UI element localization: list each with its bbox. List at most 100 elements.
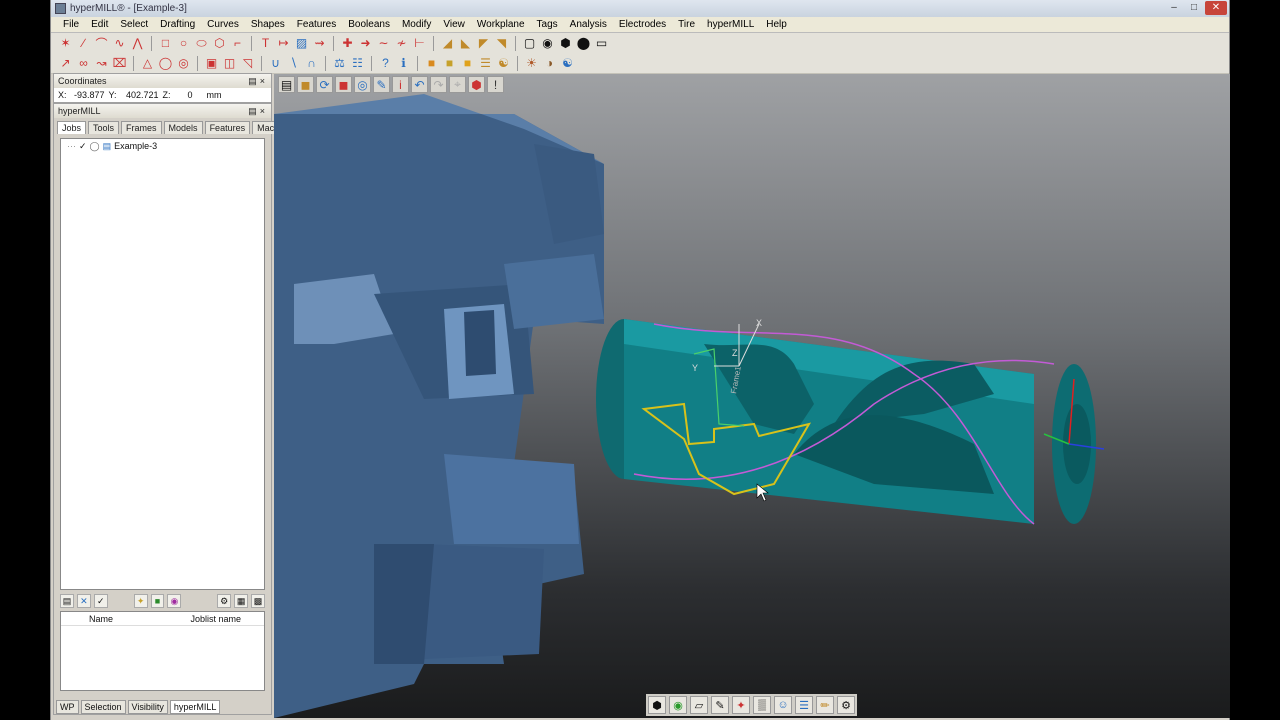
color-amber-icon[interactable]: ■: [459, 55, 476, 72]
render-icon[interactable]: ☀: [523, 55, 540, 72]
solid-box-icon[interactable]: ▢: [521, 35, 538, 52]
new-doc-icon[interactable]: ▤: [278, 76, 295, 93]
layer-icon[interactable]: ☰: [477, 55, 494, 72]
shade-icon[interactable]: ◑: [541, 55, 558, 72]
open-folder-icon[interactable]: ◼: [297, 76, 314, 93]
break-icon[interactable]: ∼: [375, 35, 392, 52]
fillet-icon[interactable]: ⌐: [229, 35, 246, 52]
star-icon[interactable]: ✦: [133, 594, 148, 608]
shade-solid-icon[interactable]: ◼: [335, 76, 352, 93]
save-icon[interactable]: ▦: [234, 594, 249, 608]
polygon-icon[interactable]: ⬡: [211, 35, 228, 52]
grid-snap-icon[interactable]: ▒: [753, 696, 771, 714]
extend-icon[interactable]: ➜: [357, 35, 374, 52]
edit-icon[interactable]: ✎: [373, 76, 390, 93]
import-icon[interactable]: ■: [150, 594, 165, 608]
tab-hypermill[interactable]: hyperMILL: [169, 700, 221, 714]
wireframe-icon[interactable]: ▱: [690, 696, 708, 714]
curve-mod-icon[interactable]: ↝: [93, 55, 110, 72]
extrude-icon[interactable]: ↗: [57, 55, 74, 72]
menu-help[interactable]: Help: [760, 19, 793, 30]
menu-workplane[interactable]: Workplane: [471, 19, 531, 30]
check-icon[interactable]: ✓: [79, 141, 87, 152]
blend-icon[interactable]: ⌧: [111, 55, 128, 72]
text-icon[interactable]: T: [257, 35, 274, 52]
menu-file[interactable]: File: [57, 19, 85, 30]
sweep-icon[interactable]: ◤: [475, 35, 492, 52]
menu-drafting[interactable]: Drafting: [154, 19, 201, 30]
measure-icon[interactable]: ⚖: [331, 55, 348, 72]
ellipse-icon[interactable]: ⬭: [193, 35, 210, 52]
tab-tools[interactable]: Tools: [88, 121, 120, 134]
info-edit-icon[interactable]: i: [392, 76, 409, 93]
group-icon[interactable]: ☯: [495, 55, 512, 72]
check-all-icon[interactable]: ✓: [93, 594, 108, 608]
close-icon[interactable]: ✕: [1205, 1, 1227, 15]
3d-viewport[interactable]: Y Z X Frame1 ▤ ◼ ⟳ ◼ ◎ ✎ i ↶ ↷ ⌖ ⬢ ! ⬢ ◉…: [274, 74, 1230, 718]
spline-icon[interactable]: ∿: [111, 35, 128, 52]
tab-features[interactable]: Features: [204, 121, 251, 134]
analysis-icon[interactable]: ☷: [349, 55, 366, 72]
info-icon[interactable]: ℹ: [395, 55, 412, 72]
col-name[interactable]: Name: [61, 612, 163, 625]
globe-icon[interactable]: ☯: [559, 55, 576, 72]
tab-frames[interactable]: Frames: [121, 121, 162, 134]
panel-pin-close-icon[interactable]: ▤×: [248, 74, 268, 88]
menu-features[interactable]: Features: [291, 19, 342, 30]
chamfer-icon[interactable]: ◫: [221, 55, 238, 72]
project-icon[interactable]: ⊢: [411, 35, 428, 52]
menu-electrodes[interactable]: Electrodes: [613, 19, 672, 30]
redo-icon[interactable]: ↷: [430, 76, 447, 93]
settings-view-icon[interactable]: ⚙: [837, 696, 855, 714]
tab-visibility[interactable]: Visibility: [127, 700, 168, 714]
surface-icon[interactable]: ◢: [439, 35, 456, 52]
gear-icon[interactable]: ⚙: [217, 594, 232, 608]
stack-icon[interactable]: ☰: [795, 696, 813, 714]
line-icon[interactable]: ∕: [75, 35, 92, 52]
cone-icon[interactable]: △: [139, 55, 156, 72]
dimension-icon[interactable]: ↦: [275, 35, 292, 52]
shaded-icon[interactable]: ⬢: [648, 696, 666, 714]
view-top-icon[interactable]: ⬤: [575, 35, 592, 52]
tab-wp[interactable]: WP: [56, 700, 79, 714]
polyline-icon[interactable]: ⋀: [129, 35, 146, 52]
menu-modify[interactable]: Modify: [396, 19, 437, 30]
tree-item-example[interactable]: ⋯ ✓ ◯ ▤ Example-3: [61, 139, 264, 153]
arc-icon[interactable]: ⌒: [93, 35, 110, 52]
loft-icon[interactable]: ◣: [457, 35, 474, 52]
view-iso-icon[interactable]: ⬢: [557, 35, 574, 52]
globe-view-icon[interactable]: ◉: [669, 696, 687, 714]
view-front-icon[interactable]: ▭: [593, 35, 610, 52]
menu-tire[interactable]: Tire: [672, 19, 701, 30]
menu-view[interactable]: View: [437, 19, 471, 30]
help-icon[interactable]: ?: [377, 55, 394, 72]
join-icon[interactable]: ≁: [393, 35, 410, 52]
color-orange-icon[interactable]: ■: [423, 55, 440, 72]
pin-icon[interactable]: ✦: [732, 696, 750, 714]
point-icon[interactable]: ✶: [57, 35, 74, 52]
torus-icon[interactable]: ◎: [175, 55, 192, 72]
target-icon[interactable]: ◉: [167, 594, 182, 608]
hatch-icon[interactable]: ▨: [293, 35, 310, 52]
solid-cyl-icon[interactable]: ◉: [539, 35, 556, 52]
col-joblist-name[interactable]: Joblist name: [163, 612, 265, 625]
menu-select[interactable]: Select: [114, 19, 154, 30]
minimize-icon[interactable]: –: [1165, 1, 1183, 15]
bulb-icon[interactable]: ◯: [90, 141, 100, 152]
shell-icon[interactable]: ▣: [203, 55, 220, 72]
menu-booleans[interactable]: Booleans: [342, 19, 396, 30]
snap-icon[interactable]: ⌖: [449, 76, 466, 93]
person-icon[interactable]: ☺: [774, 696, 792, 714]
boolean-subtract-icon[interactable]: ∖: [285, 55, 302, 72]
rectangle-icon[interactable]: □: [157, 35, 174, 52]
menu-edit[interactable]: Edit: [85, 19, 114, 30]
panel-pin-close-icon-2[interactable]: ▤×: [248, 104, 268, 118]
cube-icon[interactable]: ⬢: [468, 76, 485, 93]
maximize-icon[interactable]: □: [1185, 1, 1203, 15]
alert-icon[interactable]: !: [487, 76, 504, 93]
boolean-intersect-icon[interactable]: ∩: [303, 55, 320, 72]
boolean-union-icon[interactable]: ∪: [267, 55, 284, 72]
brush-icon[interactable]: ✏: [816, 696, 834, 714]
menu-hypermill[interactable]: hyperMILL: [701, 19, 760, 30]
delete-icon[interactable]: ✕: [76, 594, 91, 608]
